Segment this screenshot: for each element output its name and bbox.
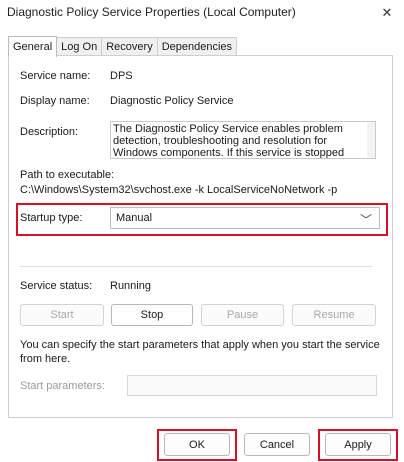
window-title: Diagnostic Policy Service Properties (Lo…	[7, 5, 296, 19]
chevron-down-icon: ﹀	[359, 213, 372, 227]
apply-button-label: Apply	[344, 438, 372, 451]
resume-button[interactable]: Resume	[292, 304, 376, 326]
stop-button-label: Stop	[140, 309, 164, 321]
description-text: The Diagnostic Policy Service enables pr…	[113, 123, 345, 159]
apply-button[interactable]: Apply	[325, 433, 391, 456]
startup-type-value: Manual	[116, 212, 153, 224]
service-name-label: Service name:	[20, 70, 91, 82]
tab-general-label: General	[13, 41, 53, 53]
start-params-label: Start parameters:	[20, 380, 105, 392]
close-icon: ✕	[381, 5, 393, 20]
tab-log-on-label: Log On	[61, 41, 98, 53]
service-status-value: Running	[110, 280, 151, 292]
start-params-input[interactable]	[127, 375, 377, 396]
description-box[interactable]: The Diagnostic Policy Service enables pr…	[110, 121, 376, 159]
close-button[interactable]: ✕	[370, 0, 404, 26]
description-label: Description:	[20, 126, 79, 138]
cancel-button-label: Cancel	[259, 438, 295, 451]
ok-button[interactable]: OK	[164, 433, 230, 456]
pause-button[interactable]: Pause	[201, 304, 284, 326]
title-bar: Diagnostic Policy Service Properties (Lo…	[0, 0, 404, 26]
tab-recovery[interactable]: Recovery	[101, 37, 158, 56]
startup-type-select[interactable]: Manual ﹀	[110, 207, 380, 229]
description-scrollbar[interactable]	[367, 122, 375, 158]
ok-button-label: OK	[189, 438, 205, 451]
separator	[20, 266, 372, 267]
cancel-button[interactable]: Cancel	[244, 433, 310, 456]
service-name-value: DPS	[110, 70, 133, 82]
stop-button[interactable]: Stop	[111, 304, 193, 326]
resume-button-label: Resume	[313, 309, 355, 321]
tab-log-on[interactable]: Log On	[56, 37, 103, 56]
display-name-value: Diagnostic Policy Service	[110, 95, 234, 107]
service-status-label: Service status:	[20, 280, 93, 292]
startup-type-label: Startup type:	[20, 212, 83, 224]
start-button-label: Start	[50, 309, 74, 321]
start-params-hint: You can specify the start parameters tha…	[20, 339, 380, 365]
tab-dependencies[interactable]: Dependencies	[156, 37, 238, 56]
tab-recovery-label: Recovery	[106, 41, 153, 53]
tab-dependencies-label: Dependencies	[161, 41, 233, 53]
start-button[interactable]: Start	[20, 304, 104, 326]
path-label: Path to executable:	[20, 169, 115, 181]
pause-button-label: Pause	[226, 309, 259, 321]
display-name-label: Display name:	[20, 95, 90, 107]
tab-strip: General Log On Recovery Dependencies	[8, 35, 238, 57]
path-value: C:\Windows\System32\svchost.exe -k Local…	[20, 184, 338, 196]
tab-general[interactable]: General	[8, 36, 58, 57]
